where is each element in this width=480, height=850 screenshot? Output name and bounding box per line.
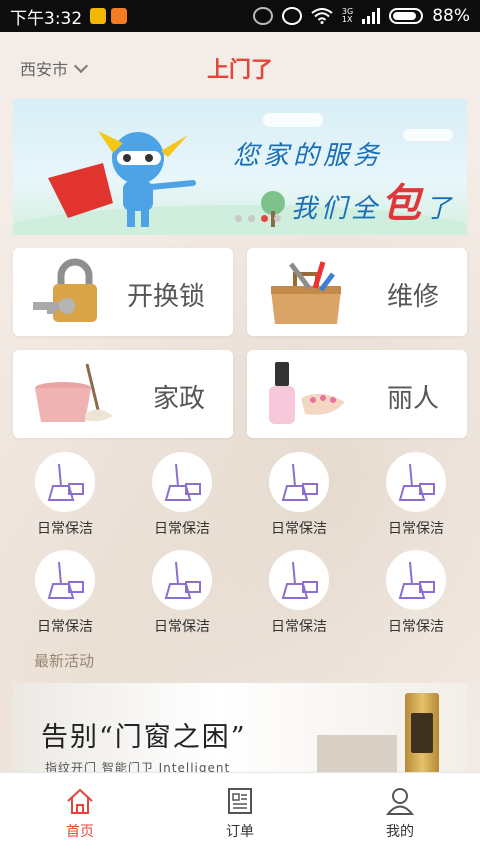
service-label: 家政	[152, 384, 205, 414]
category-label: 日常保洁	[271, 619, 327, 635]
toolbox-icon	[271, 261, 341, 324]
tab-label: 首页	[66, 824, 94, 840]
mascot-illustration	[48, 131, 196, 227]
status-time: 下午3:32	[10, 8, 83, 29]
smart-lock-image	[405, 693, 439, 772]
carousel-dot[interactable]	[248, 215, 255, 222]
service-card-repair[interactable]: 维修	[247, 248, 467, 336]
carousel-dot[interactable]	[274, 215, 281, 222]
cloud-decoration	[263, 113, 323, 127]
service-label: 开换锁	[126, 282, 205, 312]
category-item[interactable]: 日常保洁	[361, 550, 471, 646]
category-icon-circle	[386, 452, 446, 512]
network-type: 3G 1X	[341, 7, 354, 24]
mail-notification-icon	[90, 8, 107, 24]
category-icon-circle	[269, 550, 329, 610]
signal-icon	[362, 8, 381, 24]
tab-label: 订单	[226, 824, 254, 840]
category-label: 日常保洁	[154, 521, 210, 537]
category-icon-circle	[386, 550, 446, 610]
broom-icon	[47, 463, 84, 501]
order-list-icon	[228, 788, 252, 814]
battery-level: 88%	[432, 6, 470, 26]
nail-polish-icon	[269, 362, 345, 424]
carousel-indicator	[235, 215, 281, 222]
app-notification-icon	[111, 8, 128, 24]
home-icon	[67, 788, 93, 814]
app-header: 西安市 上门了	[0, 32, 480, 98]
battery-icon	[389, 8, 424, 24]
lock-key-icon	[33, 258, 97, 322]
service-card-housekeeping[interactable]: 家政	[13, 350, 233, 438]
broom-icon	[281, 561, 318, 599]
category-item[interactable]: 日常保洁	[10, 452, 120, 548]
service-label: 维修	[386, 282, 439, 312]
category-icon-circle	[152, 550, 212, 610]
promo-banner[interactable]: 告别“门窗之困” 指纹开门 智能门卫 Intelligent	[13, 683, 467, 772]
banner-headline: 您家的服务	[233, 141, 384, 171]
category-item[interactable]: 日常保洁	[244, 550, 354, 646]
category-item[interactable]: 日常保洁	[127, 550, 237, 646]
sync-icon	[252, 7, 273, 25]
broom-icon	[281, 463, 318, 501]
category-item[interactable]: 日常保洁	[10, 550, 120, 646]
promo-title: 告别“门窗之困”	[41, 722, 247, 753]
promo-person-image	[317, 735, 397, 772]
bucket-mop-icon	[35, 363, 113, 422]
category-item[interactable]: 日常保洁	[127, 452, 237, 548]
carousel-dot-active[interactable]	[261, 215, 268, 222]
tab-label: 我的	[386, 824, 414, 840]
category-item[interactable]: 日常保洁	[361, 452, 471, 548]
category-label: 日常保洁	[388, 521, 444, 537]
service-card-lock[interactable]: 开换锁	[13, 248, 233, 336]
category-label: 日常保洁	[37, 619, 93, 635]
banner-highlight: 包	[381, 180, 426, 227]
alarm-icon	[281, 7, 302, 25]
tab-profile[interactable]: 我的	[320, 773, 480, 850]
category-label: 日常保洁	[37, 521, 93, 537]
banner-subline: 我们全包了	[291, 180, 456, 227]
tab-orders[interactable]: 订单	[160, 773, 320, 850]
category-label: 日常保洁	[271, 521, 327, 537]
service-label: 丽人	[386, 384, 439, 414]
bottom-tab-bar: 首页 订单 我的	[0, 772, 480, 850]
banner-carousel[interactable]: 您家的服务 我们全包了	[13, 99, 467, 235]
category-item[interactable]: 日常保洁	[244, 452, 354, 548]
category-icon-circle	[35, 452, 95, 512]
promo-subtitle: 指纹开门 智能门卫 Intelligent	[45, 761, 231, 772]
profile-icon	[385, 788, 415, 815]
wifi-icon	[311, 8, 333, 24]
broom-icon	[47, 561, 84, 599]
broom-icon	[398, 463, 435, 501]
category-icon-circle	[269, 452, 329, 512]
category-icon-circle	[35, 550, 95, 610]
category-icon-circle	[152, 452, 212, 512]
section-title-latest-events: 最新活动	[34, 652, 95, 670]
broom-icon	[164, 561, 201, 599]
app-title: 上门了	[206, 58, 273, 83]
status-bar: 下午3:32 3G 1X 88%	[0, 0, 480, 32]
tab-home[interactable]: 首页	[0, 773, 160, 850]
carousel-dot[interactable]	[235, 215, 242, 222]
category-label: 日常保洁	[154, 619, 210, 635]
cloud-decoration	[403, 129, 453, 141]
broom-icon	[398, 561, 435, 599]
broom-icon	[164, 463, 201, 501]
service-card-beauty[interactable]: 丽人	[247, 350, 467, 438]
category-label: 日常保洁	[388, 619, 444, 635]
